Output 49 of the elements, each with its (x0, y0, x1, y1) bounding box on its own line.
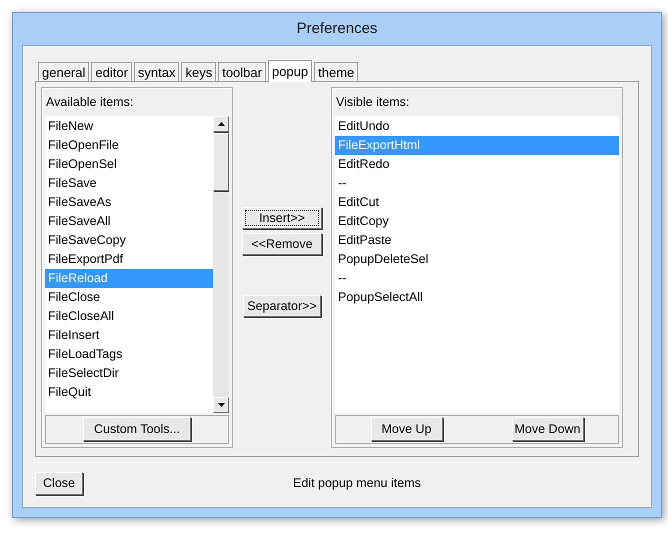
list-item[interactable]: FileClose (45, 288, 213, 307)
down-arrow-icon (218, 402, 224, 407)
list-item[interactable]: EditCopy (335, 212, 619, 231)
transfer-button[interactable]: Insert>> (242, 207, 322, 229)
move-button[interactable]: Move Down (512, 417, 584, 442)
tab[interactable]: editor (91, 62, 132, 81)
list-item[interactable]: EditRedo (335, 154, 619, 174)
scroll-down-button[interactable] (213, 396, 229, 413)
close-button[interactable]: Close (35, 472, 83, 495)
custom-tools-button[interactable]: Custom Tools... (83, 417, 191, 442)
list-item[interactable]: PopupSelectAll (335, 288, 619, 307)
list-item[interactable]: EditCut (335, 192, 619, 212)
list-item[interactable]: -- (335, 174, 619, 193)
list-item[interactable]: FileSaveCopy (45, 230, 213, 250)
list-item[interactable]: -- (335, 268, 619, 288)
tab[interactable]: theme (314, 62, 358, 81)
transfer-button[interactable]: <<Remove (242, 233, 322, 255)
tab[interactable]: general (38, 62, 90, 81)
available-list[interactable]: FileNew FileOpenFile FileOpenSel FileSave FileSaveAs FileSaveAll FileSaveCopy FileExportPdf FileReload FileClose FileCloseAll FileInsert FileLoadTags FileSelectDir FileQuit (45, 116, 229, 413)
list-item[interactable]: FileSave (45, 174, 213, 193)
scroll-thumb[interactable] (213, 132, 229, 191)
scrollbar[interactable] (213, 116, 229, 413)
list-item[interactable]: FileNew (45, 116, 213, 136)
visible-label: Visible items: (335, 94, 410, 111)
list-item[interactable]: PopupDeleteSel (335, 250, 619, 269)
available-label: Available items: (45, 94, 134, 111)
list-item[interactable]: FileOpenFile (45, 136, 213, 155)
list-item[interactable]: EditUndo (335, 116, 619, 136)
window-title: Preferences (296, 18, 378, 39)
status-text: Edit popup menu items (293, 475, 421, 492)
tab[interactable]: syntax (134, 62, 180, 81)
move-button[interactable]: Move Up (370, 417, 442, 442)
list-item[interactable]: FileLoadTags (45, 344, 213, 364)
tab[interactable]: keys (181, 62, 216, 81)
list-item[interactable]: FileCloseAll (45, 306, 213, 326)
transfer-button[interactable]: Separator>> (243, 295, 321, 317)
list-item[interactable]: FileExportPdf (45, 250, 213, 269)
list-item[interactable]: FileQuit (45, 382, 213, 402)
list-item[interactable]: FileSelectDir (45, 364, 213, 383)
tab[interactable]: popup (268, 60, 312, 82)
list-item[interactable]: EditPaste (335, 230, 619, 250)
list-item[interactable]: FileSaveAs (45, 192, 213, 212)
list-item[interactable]: FileSaveAll (45, 212, 213, 231)
visible-list[interactable]: EditUndo FileExportHtml EditRedo -- EditCut EditCopy EditPaste PopupDeleteSel -- PopupSelectAll (335, 116, 619, 413)
list-item[interactable]: FileInsert (45, 326, 213, 345)
scroll-up-button[interactable] (213, 116, 229, 132)
list-item[interactable]: FileOpenSel (45, 154, 213, 174)
tab[interactable]: toolbar (218, 62, 266, 81)
up-arrow-icon (218, 122, 224, 126)
